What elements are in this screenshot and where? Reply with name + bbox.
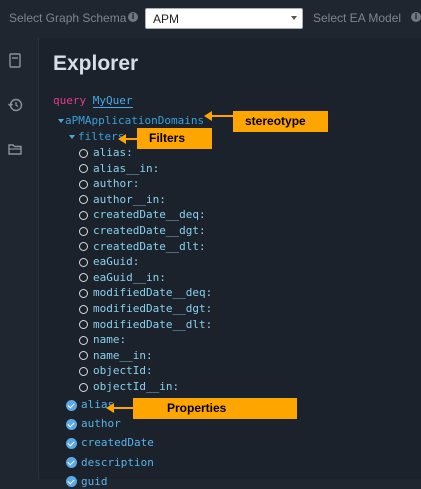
radio-icon[interactable] <box>79 257 88 267</box>
filter-arg[interactable]: objectId: <box>93 364 153 378</box>
query-name-input[interactable]: MyQuer <box>92 94 133 108</box>
chevron-down-icon <box>291 16 297 20</box>
caret-down-icon[interactable] <box>69 135 75 139</box>
radio-icon[interactable] <box>79 288 88 298</box>
filter-arg[interactable]: modifiedDate__deq: <box>93 286 212 300</box>
root-field[interactable]: aPMApplicationDomains <box>65 114 204 128</box>
checked-icon[interactable] <box>66 476 77 488</box>
radio-icon[interactable] <box>79 366 88 376</box>
radio-icon[interactable] <box>79 148 88 158</box>
schema-select[interactable]: APM <box>145 8 303 29</box>
filter-arg[interactable]: author__in: <box>93 193 166 207</box>
radio-icon[interactable] <box>79 210 88 220</box>
filters-callout: Filters <box>137 128 212 149</box>
filter-arg[interactable]: author: <box>93 177 139 191</box>
filter-arg[interactable]: eaGuid: <box>93 255 139 269</box>
filter-arg[interactable]: createdDate__dlt: <box>93 240 206 254</box>
checked-icon[interactable] <box>66 418 77 430</box>
left-rail <box>0 38 39 479</box>
checked-icon[interactable] <box>66 399 77 411</box>
info-icon[interactable]: i <box>411 12 421 22</box>
filter-arg[interactable]: createdDate__dgt: <box>93 224 206 238</box>
properties-callout: Properties <box>133 398 297 419</box>
stereotype-callout: stereotype <box>233 111 328 132</box>
query-keyword: query <box>53 94 87 107</box>
folder-icon[interactable] <box>7 140 23 158</box>
query-line: query MyQuer <box>53 94 133 108</box>
filter-arg[interactable]: objectId__in: <box>93 380 179 394</box>
radio-icon[interactable] <box>79 382 88 392</box>
arrow-icon <box>106 403 133 413</box>
radio-icon[interactable] <box>79 335 88 345</box>
schema-select-value: APM <box>153 12 180 26</box>
filter-arg[interactable]: name: <box>93 333 126 347</box>
filter-arg[interactable]: createdDate__deq: <box>93 208 206 222</box>
history-icon[interactable] <box>7 96 23 114</box>
property-field[interactable]: createdDate <box>81 436 154 450</box>
filter-arg[interactable]: alias__in: <box>93 162 159 176</box>
property-field[interactable]: author <box>81 417 121 431</box>
schema-label: Select Graph Schema <box>9 11 127 25</box>
top-toolbar: Select Graph Schema i APM Select EA Mode… <box>0 0 421 38</box>
ea-model-label: Select EA Model <box>313 11 402 25</box>
filter-arg[interactable]: eaGuid__in: <box>93 271 166 285</box>
property-field[interactable]: description <box>81 456 154 470</box>
radio-icon[interactable] <box>79 304 88 314</box>
checked-icon[interactable] <box>66 437 77 449</box>
arrow-icon <box>118 134 137 144</box>
arrow-icon <box>204 111 233 121</box>
filter-arg[interactable]: name__in: <box>93 349 153 363</box>
document-icon[interactable] <box>7 52 23 70</box>
radio-icon[interactable] <box>79 179 88 189</box>
caret-down-icon[interactable] <box>58 119 64 123</box>
filter-arg[interactable]: modifiedDate__dlt: <box>93 318 212 332</box>
radio-icon[interactable] <box>79 226 88 236</box>
filter-arg[interactable]: modifiedDate__dgt: <box>93 302 212 316</box>
property-field[interactable]: guid <box>81 475 108 489</box>
page-title: Explorer <box>53 52 139 75</box>
info-icon[interactable]: i <box>128 12 138 22</box>
filter-arg[interactable]: alias: <box>93 146 133 160</box>
